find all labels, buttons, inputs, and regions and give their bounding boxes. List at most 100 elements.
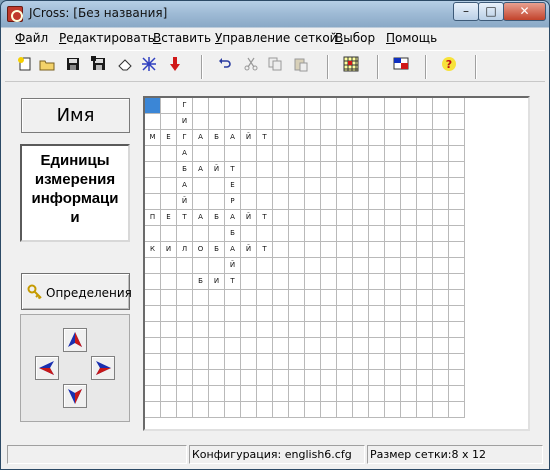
grid-cell[interactable] [145, 290, 161, 306]
grid-cell[interactable] [225, 98, 241, 114]
grid-cell[interactable] [273, 306, 289, 322]
grid-cell[interactable] [433, 114, 449, 130]
grid-cell[interactable] [305, 306, 321, 322]
grid-cell[interactable] [145, 354, 161, 370]
grid-cell[interactable] [321, 402, 337, 418]
grid-cell[interactable] [209, 386, 225, 402]
grid-cell[interactable] [193, 306, 209, 322]
grid-cell[interactable] [289, 242, 305, 258]
grid-cell[interactable]: Е [161, 130, 177, 146]
grid-cell[interactable] [177, 226, 193, 242]
grid-cell[interactable] [385, 242, 401, 258]
grid-cell[interactable]: Л [177, 242, 193, 258]
grid-cell[interactable]: Т [225, 162, 241, 178]
app-icon[interactable] [7, 6, 23, 22]
grid-cell[interactable] [337, 402, 353, 418]
grid-cell[interactable] [433, 402, 449, 418]
grid-cell[interactable] [241, 258, 257, 274]
grid-cell[interactable] [401, 194, 417, 210]
grid-cell[interactable] [209, 338, 225, 354]
grid-cell[interactable] [417, 354, 433, 370]
grid-cell[interactable] [337, 146, 353, 162]
grid-cell[interactable] [417, 194, 433, 210]
grid-cell[interactable]: Т [257, 210, 273, 226]
grid-cell[interactable] [209, 402, 225, 418]
grid-cell[interactable] [241, 402, 257, 418]
definitions-button[interactable]: Определения [21, 273, 132, 310]
grid-cell[interactable] [401, 226, 417, 242]
grid-cell[interactable] [353, 114, 369, 130]
grid-cell[interactable] [273, 146, 289, 162]
grid-cell[interactable] [353, 370, 369, 386]
grid-cell[interactable] [241, 226, 257, 242]
grid-cell[interactable] [385, 386, 401, 402]
grid-cell[interactable] [177, 338, 193, 354]
grid-cell[interactable] [369, 130, 385, 146]
grid-cell[interactable] [369, 306, 385, 322]
grid-cell[interactable] [225, 322, 241, 338]
grid-cell[interactable] [273, 98, 289, 114]
grid-cell[interactable] [321, 98, 337, 114]
grid-cell[interactable] [321, 322, 337, 338]
grid-cell[interactable] [449, 210, 465, 226]
grid-cell[interactable] [257, 98, 273, 114]
grid-cell[interactable] [417, 274, 433, 290]
grid-cell[interactable] [241, 306, 257, 322]
grid-cell[interactable] [401, 274, 417, 290]
grid-cell[interactable]: Б [225, 226, 241, 242]
grid-cell[interactable] [433, 210, 449, 226]
grid-cell[interactable] [161, 178, 177, 194]
grid-cell[interactable] [289, 354, 305, 370]
grid-cell[interactable] [401, 114, 417, 130]
grid-cell[interactable] [385, 178, 401, 194]
grid-cell[interactable] [145, 194, 161, 210]
grid-cell[interactable] [417, 338, 433, 354]
grid-cell[interactable] [321, 306, 337, 322]
grid-cell[interactable] [337, 306, 353, 322]
grid-cell[interactable] [321, 194, 337, 210]
grid-cell[interactable] [369, 274, 385, 290]
grid-cell[interactable] [145, 226, 161, 242]
grid-cell[interactable] [449, 130, 465, 146]
grid-cell[interactable] [353, 98, 369, 114]
grid-cell[interactable] [145, 306, 161, 322]
grid-cell[interactable] [209, 146, 225, 162]
grid-cell[interactable]: Б [209, 130, 225, 146]
title-bar[interactable]: JCross: [Без названия] – □ ✕ [1, 1, 549, 27]
grid-cell[interactable] [337, 98, 353, 114]
grid-cell[interactable] [273, 194, 289, 210]
grid-cell[interactable] [145, 258, 161, 274]
grid-cell[interactable] [305, 354, 321, 370]
grid-cell[interactable] [337, 162, 353, 178]
down-arrow-icon[interactable] [165, 56, 185, 76]
grid-cell[interactable] [305, 370, 321, 386]
grid-cell[interactable] [305, 290, 321, 306]
grid-cell[interactable] [145, 402, 161, 418]
grid-cell[interactable] [161, 114, 177, 130]
grid-cell[interactable] [177, 290, 193, 306]
name-button[interactable]: Имя [21, 98, 130, 133]
grid-cell[interactable] [385, 274, 401, 290]
grid-cell[interactable] [305, 242, 321, 258]
grid-cell[interactable] [353, 386, 369, 402]
grid-cell[interactable] [305, 178, 321, 194]
grid-cell[interactable] [337, 274, 353, 290]
grid-cell[interactable] [401, 242, 417, 258]
grid-cell[interactable] [241, 370, 257, 386]
grid-cell[interactable]: Й [241, 130, 257, 146]
grid-cell[interactable] [321, 130, 337, 146]
grid-cell[interactable] [449, 98, 465, 114]
grid-cell[interactable] [337, 290, 353, 306]
grid-cell[interactable] [385, 226, 401, 242]
grid-cell[interactable] [193, 338, 209, 354]
grid-cell[interactable]: Г [177, 130, 193, 146]
menu-edit[interactable]: Редактировать [59, 31, 155, 45]
grid-cell[interactable] [273, 274, 289, 290]
grid-cell[interactable] [305, 402, 321, 418]
grid-cell[interactable] [433, 226, 449, 242]
grid-cell[interactable] [177, 386, 193, 402]
grid-cell[interactable] [337, 178, 353, 194]
grid-cell[interactable] [177, 354, 193, 370]
grid-cell[interactable] [353, 274, 369, 290]
grid-cell[interactable] [337, 114, 353, 130]
